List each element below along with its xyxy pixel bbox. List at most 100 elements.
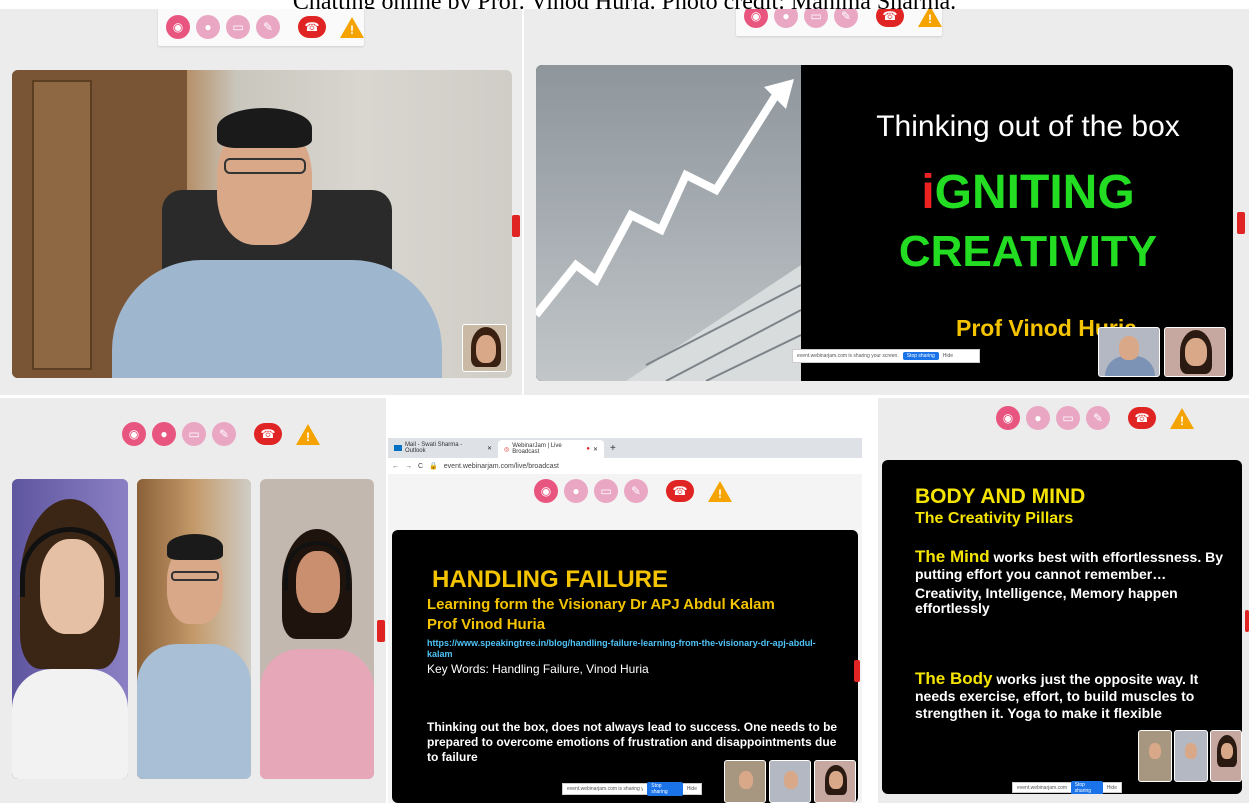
side-panel-tab[interactable] <box>1245 610 1249 632</box>
screen-share-icon[interactable]: ▭ <box>182 422 206 446</box>
collage: Chatting online by Prof. Vinod Huria. Ph… <box>0 0 1249 803</box>
panel-slide-body-mind: ◉ ● ▭ ✎ ☎ ! BODY AND MIND The Creativity… <box>878 398 1249 803</box>
tab-close-icon[interactable]: ✕ <box>593 446 598 453</box>
participant-face <box>829 771 843 789</box>
warning-icon[interactable]: ! <box>340 16 364 38</box>
slide-subtitle: Learning form the Visionary Dr APJ Abdul… <box>427 596 775 613</box>
tile3-body <box>260 649 374 779</box>
microphone-icon[interactable]: ● <box>1026 406 1050 430</box>
slide-title: HANDLING FAILURE <box>432 566 668 593</box>
speaker-glasses <box>224 158 306 174</box>
warning-icon[interactable]: ! <box>296 423 320 445</box>
participants-icon[interactable]: ◉ <box>122 422 146 446</box>
participants-icon[interactable]: ◉ <box>166 15 190 39</box>
panel-gallery-view: ◉ ● ▭ ✎ ☎ ! <box>0 398 386 803</box>
slide-line2: iGNITING <box>818 165 1233 220</box>
browser-tab-webinarjam[interactable]: ◎ WebinarJam | Live Broadcast ● ✕ <box>498 440 604 458</box>
side-panel-tab[interactable] <box>512 215 520 237</box>
screen-share-bar: event.webinarjam.com is sharing your scr… <box>792 349 980 363</box>
tab2-title: WebinarJam | Live Broadcast <box>512 443 562 455</box>
pen-icon[interactable]: ✎ <box>624 479 648 503</box>
body-label: The Body <box>915 669 993 688</box>
participant-thumbnail-3[interactable] <box>1210 730 1242 782</box>
browser-tab-outlook[interactable]: Mail - Swati Sharma - Outlook ✕ <box>388 438 498 458</box>
participant-face <box>1119 336 1139 360</box>
slide-link[interactable]: https://www.speakingtree.in/blog/handlin… <box>427 638 827 660</box>
warning-icon[interactable]: ! <box>1170 407 1194 429</box>
screen-share-icon[interactable]: ▭ <box>594 479 618 503</box>
main-video-feed <box>12 70 512 378</box>
forward-icon[interactable]: → <box>405 463 412 470</box>
screen-share-icon[interactable]: ▭ <box>1056 406 1080 430</box>
sharebar-text: event.webinarjam.com is sharing your scr… <box>797 353 899 359</box>
screen-share-icon[interactable]: ▭ <box>226 15 250 39</box>
hide-button[interactable]: Hide <box>1107 785 1117 791</box>
tile2-hair <box>167 534 223 560</box>
rising-arrow-graphic <box>536 79 801 381</box>
panel-browser-slide: Mail - Swati Sharma - Outlook ✕ ◎ Webina… <box>388 438 862 803</box>
call-toolbar-buttons: ◉ ● ▭ ✎ ☎ ! <box>122 422 320 446</box>
participant-face <box>1149 743 1161 759</box>
participant-face <box>476 335 496 363</box>
new-tab-icon[interactable]: + <box>604 443 616 454</box>
warning-icon[interactable]: ! <box>708 480 732 502</box>
stop-sharing-button[interactable]: Stop sharing <box>1070 780 1103 794</box>
tab1-title: Mail - Swati Sharma - Outlook <box>404 442 463 454</box>
participant-thumbnail-2[interactable] <box>769 760 811 803</box>
participant-thumbnail[interactable] <box>462 324 507 372</box>
slide-body: Thinking out the box, does not always le… <box>427 720 838 764</box>
microphone-icon[interactable]: ● <box>564 479 588 503</box>
participant-thumbnail-1[interactable] <box>1138 730 1172 782</box>
screen-share-bar: event.webinarjam.com is sharing your scr… <box>562 782 702 796</box>
end-call-icon[interactable]: ☎ <box>1128 407 1156 429</box>
browser-tabbar: Mail - Swati Sharma - Outlook ✕ ◎ Webina… <box>388 438 862 458</box>
stop-sharing-button[interactable]: Stop sharing <box>902 352 939 360</box>
end-call-icon[interactable]: ☎ <box>254 423 282 445</box>
side-panel-tab[interactable] <box>854 660 860 682</box>
top-caption: Chatting online by Prof. Vinod Huria. Ph… <box>0 0 1249 9</box>
gallery-tile-1[interactable] <box>12 479 128 779</box>
slide-line1: Thinking out of the box <box>876 110 1180 143</box>
participants-icon[interactable]: ◉ <box>996 406 1020 430</box>
hide-button[interactable]: Hide <box>943 353 953 359</box>
recording-icon: ● <box>586 446 590 452</box>
speaker-hair <box>217 108 312 148</box>
end-call-icon[interactable]: ☎ <box>298 16 326 38</box>
participant-face <box>1185 743 1197 759</box>
reload-icon[interactable]: C <box>418 463 423 470</box>
shared-slide: Thinking out of the box iGNITING CREATIV… <box>536 65 1233 381</box>
side-panel-tab[interactable] <box>1237 212 1245 234</box>
participants-icon[interactable]: ◉ <box>534 479 558 503</box>
mind-label: The Mind <box>915 547 990 566</box>
pen-icon[interactable]: ✎ <box>212 422 236 446</box>
tab-close-icon[interactable]: ✕ <box>487 445 492 452</box>
side-panel-tab[interactable] <box>377 620 385 642</box>
pen-icon[interactable]: ✎ <box>1086 406 1110 430</box>
participant-thumbnail-3[interactable] <box>814 760 856 803</box>
stop-sharing-button[interactable]: Stop sharing <box>647 782 683 796</box>
participant-thumbnail-1[interactable] <box>1098 327 1160 377</box>
gallery-tile-3[interactable] <box>260 479 374 779</box>
url-field[interactable]: event.webinarjam.com/live/broadcast <box>444 463 559 470</box>
microphone-icon[interactable]: ● <box>152 422 176 446</box>
hide-button[interactable]: Hide <box>687 786 697 792</box>
pen-icon[interactable]: ✎ <box>256 15 280 39</box>
webinarjam-icon: ◎ <box>504 446 510 453</box>
participant-thumbnail-2[interactable] <box>1164 327 1226 377</box>
back-icon[interactable]: ← <box>392 463 399 470</box>
slide-mind-paragraph-2: Creativity, Intelligence, Memory happen … <box>915 585 1178 616</box>
end-call-icon[interactable]: ☎ <box>666 480 694 502</box>
slide-mind-paragraph: The Mind works best with effortlessness.… <box>915 548 1237 583</box>
slide-line2-rest: GNITING <box>934 166 1135 219</box>
cabinet-door <box>32 80 92 370</box>
participant-face <box>784 771 798 789</box>
gallery-tile-2[interactable] <box>137 479 251 779</box>
participant-thumbnail-2[interactable] <box>1174 730 1208 782</box>
panel-slide-creativity: ◉ ● ▭ ✎ ☎ ! Thinking out of the box iGNI… <box>524 0 1249 395</box>
microphone-icon[interactable]: ● <box>196 15 220 39</box>
speaker-body <box>112 260 442 378</box>
call-toolbar-buttons: ◉ ● ▭ ✎ ☎ ! <box>166 15 364 39</box>
mail-icon <box>394 445 402 451</box>
participant-thumbnail-1[interactable] <box>724 760 766 803</box>
tile2-body <box>137 644 251 779</box>
